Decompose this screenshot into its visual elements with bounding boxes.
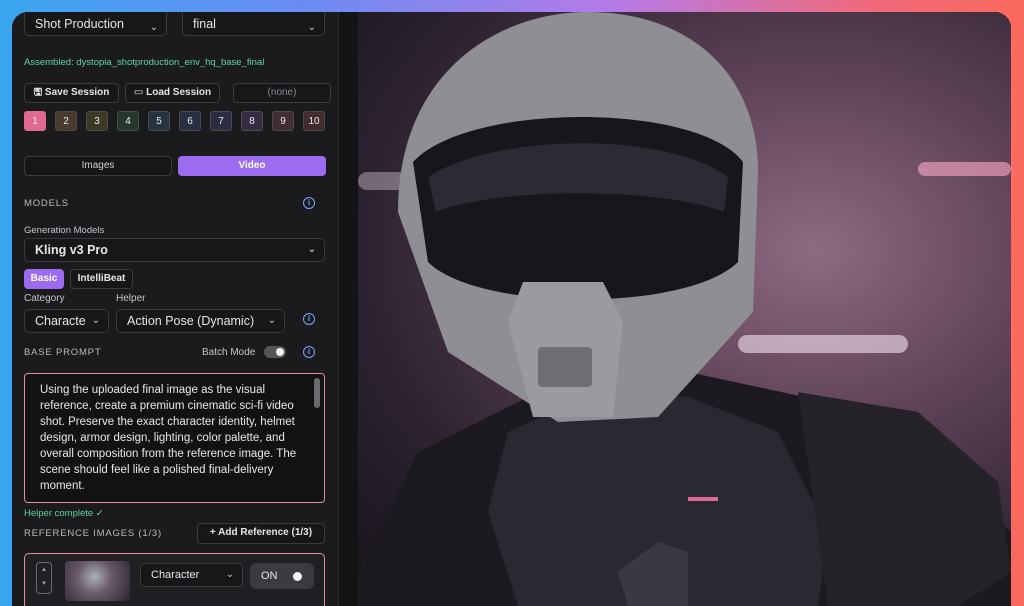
category-select-top[interactable]: Shot Production ⌄	[24, 12, 167, 36]
chevron-down-icon: ⌄	[149, 22, 158, 33]
prompt-scrollbar[interactable]	[314, 378, 320, 408]
slot-button[interactable]: 6	[179, 111, 201, 131]
slot-button[interactable]: 1	[24, 111, 46, 131]
helper-status: Helper complete ✓	[24, 508, 104, 519]
helper-value: Action Pose (Dynamic)	[127, 314, 255, 328]
tab-intellibeat[interactable]: IntelliBeat	[70, 269, 133, 289]
chevron-down-icon: ⌄	[307, 22, 316, 33]
info-icon[interactable]: i	[303, 346, 315, 358]
reference-enabled-toggle[interactable]: ON	[250, 563, 314, 589]
generation-models-label: Generation Models	[24, 225, 105, 236]
version-select-top-value: final	[193, 17, 216, 31]
slot-button[interactable]: 3	[86, 111, 108, 131]
chevron-down-icon: ⌄	[91, 315, 100, 326]
slot-button[interactable]: 9	[272, 111, 294, 131]
slot-button[interactable]: 4	[117, 111, 139, 131]
generation-model-value: Kling v3 Pro	[35, 243, 108, 257]
tab-images[interactable]: Images	[24, 156, 172, 176]
slot-button[interactable]: 7	[210, 111, 232, 131]
add-reference-label: Add Reference (1/3)	[218, 527, 313, 538]
slot-button[interactable]: 10	[303, 111, 325, 131]
load-session-button[interactable]: ▭ Load Session	[125, 83, 220, 103]
armored-figure	[358, 12, 1011, 606]
add-reference-button[interactable]: + Add Reference (1/3)	[197, 523, 325, 544]
tab-basic[interactable]: Basic	[24, 269, 64, 289]
category-select[interactable]: Characte ⌄	[24, 309, 109, 333]
batch-mode-label: Batch Mode	[202, 347, 256, 358]
drag-handle[interactable]: ▴ ▾	[36, 562, 52, 594]
preview-image	[358, 12, 1011, 606]
reference-thumbnail[interactable]	[65, 561, 130, 601]
batch-mode-toggle[interactable]	[264, 346, 286, 358]
session-name-field[interactable]: (none)	[233, 83, 331, 103]
save-icon: 🖫	[33, 87, 45, 98]
folder-icon: ▭	[133, 87, 147, 98]
category-value: Characte	[35, 314, 86, 328]
base-prompt-text: Using the uploaded final image as the vi…	[40, 384, 297, 492]
app-window: Shot Production ⌄ final ⌄ Assembled: dys…	[12, 12, 1011, 606]
info-icon[interactable]: i	[303, 313, 315, 325]
helper-select[interactable]: Action Pose (Dynamic) ⌄	[116, 309, 285, 333]
models-section-title: MODELS	[24, 198, 69, 209]
slot-button[interactable]: 8	[241, 111, 263, 131]
chevron-down-icon: ⌄	[267, 315, 276, 326]
save-session-label: Save Session	[44, 87, 110, 98]
slot-button[interactable]: 2	[55, 111, 77, 131]
helper-label: Helper	[116, 293, 146, 304]
reference-images-title: REFERENCE IMAGES (1/3)	[24, 528, 162, 539]
base-prompt-textarea[interactable]: Using the uploaded final image as the vi…	[24, 373, 325, 503]
tab-video[interactable]: Video	[178, 156, 326, 176]
save-session-button[interactable]: 🖫 Save Session	[24, 83, 119, 103]
settings-panel: Shot Production ⌄ final ⌄ Assembled: dys…	[12, 12, 339, 606]
reference-type-select[interactable]: Character ⌄	[140, 563, 243, 587]
slot-button[interactable]: 5	[148, 111, 170, 131]
reference-type-value: Character	[151, 569, 200, 581]
toggle-knob	[293, 572, 302, 581]
chevron-down-icon: ⌄	[307, 244, 316, 255]
generation-model-select[interactable]: Kling v3 Pro ⌄	[24, 238, 325, 262]
category-select-top-value: Shot Production	[35, 17, 124, 31]
info-icon[interactable]: i	[303, 197, 315, 209]
assembled-filename: Assembled: dystopia_shotproduction_env_h…	[24, 57, 265, 68]
category-label: Category	[24, 293, 65, 304]
plus-icon: +	[209, 527, 219, 538]
version-select-top[interactable]: final ⌄	[182, 12, 325, 36]
load-session-label: Load Session	[146, 87, 212, 98]
reference-row: ▴ ▾ Character ⌄ ON	[24, 553, 325, 606]
toggle-knob	[276, 348, 284, 356]
base-prompt-title: BASE PROMPT	[24, 347, 102, 358]
reference-enabled-label: ON	[261, 570, 278, 582]
chevron-down-icon: ⌄	[225, 569, 234, 580]
